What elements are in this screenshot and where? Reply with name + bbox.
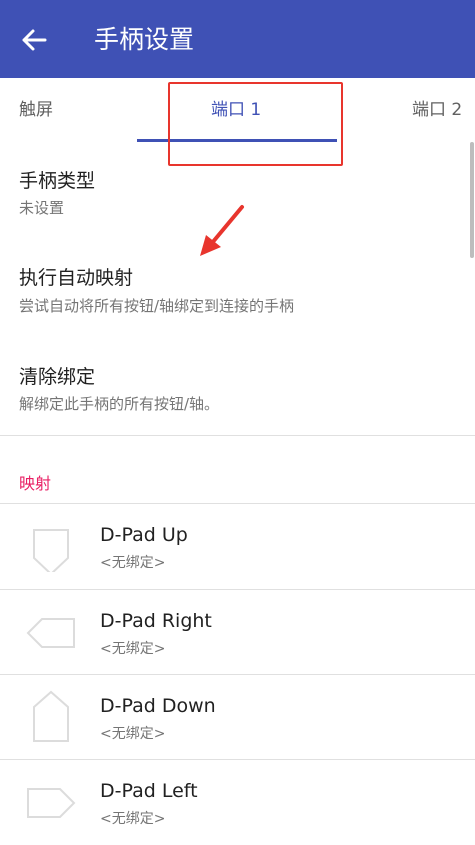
auto-map-summary: 尝试自动将所有按钮/轴绑定到连接的手柄 (19, 297, 295, 315)
mapping-section-header: 映射 (19, 474, 52, 493)
mapping-binding: <无绑定> (100, 555, 166, 571)
mapping-name: D-Pad Down (100, 695, 216, 717)
dpad-down-icon (24, 689, 78, 743)
clear-binds-summary: 解绑定此手柄的所有按钮/轴。 (19, 395, 220, 413)
mapping-row-dpad-right[interactable]: D-Pad Right <无绑定> (0, 590, 475, 675)
auto-map-setting[interactable]: 执行自动映射 尝试自动将所有按钮/轴绑定到连接的手柄 (0, 245, 470, 330)
tab-selected-indicator (137, 139, 337, 142)
dpad-left-icon (24, 774, 78, 828)
controller-type-title: 手柄类型 (19, 170, 96, 192)
app-bar: 手柄设置 (0, 0, 475, 78)
clear-binds-title: 清除绑定 (19, 366, 96, 388)
mapping-row-dpad-left[interactable]: D-Pad Left <无绑定> (0, 760, 475, 845)
back-arrow-icon[interactable] (20, 25, 50, 55)
tab-port-1[interactable]: 端口 1 (211, 78, 261, 142)
mapping-row-dpad-up[interactable]: D-Pad Up <无绑定> (0, 504, 475, 589)
mapping-row-dpad-down[interactable]: D-Pad Down <无绑定> (0, 675, 475, 760)
tab-touchscreen[interactable]: 触屏 (19, 78, 53, 142)
tab-bar: 触屏 端口 1 端口 2 (0, 78, 475, 142)
controller-type-summary: 未设置 (19, 199, 65, 217)
mapping-binding: <无绑定> (100, 641, 166, 657)
mapping-name: D-Pad Left (100, 780, 198, 802)
auto-map-title: 执行自动映射 (19, 267, 134, 289)
mapping-name: D-Pad Up (100, 524, 188, 546)
mapping-binding: <无绑定> (100, 726, 166, 742)
page-title: 手柄设置 (94, 25, 195, 54)
controller-type-setting[interactable]: 手柄类型 未设置 (0, 150, 470, 230)
tab-port-2[interactable]: 端口 2 (412, 78, 462, 142)
scrollbar[interactable] (470, 142, 474, 258)
dpad-up-icon (24, 518, 78, 576)
dpad-right-icon (24, 604, 78, 658)
section-divider (0, 435, 475, 436)
mapping-name: D-Pad Right (100, 610, 212, 632)
clear-binds-setting[interactable]: 清除绑定 解绑定此手柄的所有按钮/轴。 (0, 345, 470, 430)
mapping-binding: <无绑定> (100, 811, 166, 827)
